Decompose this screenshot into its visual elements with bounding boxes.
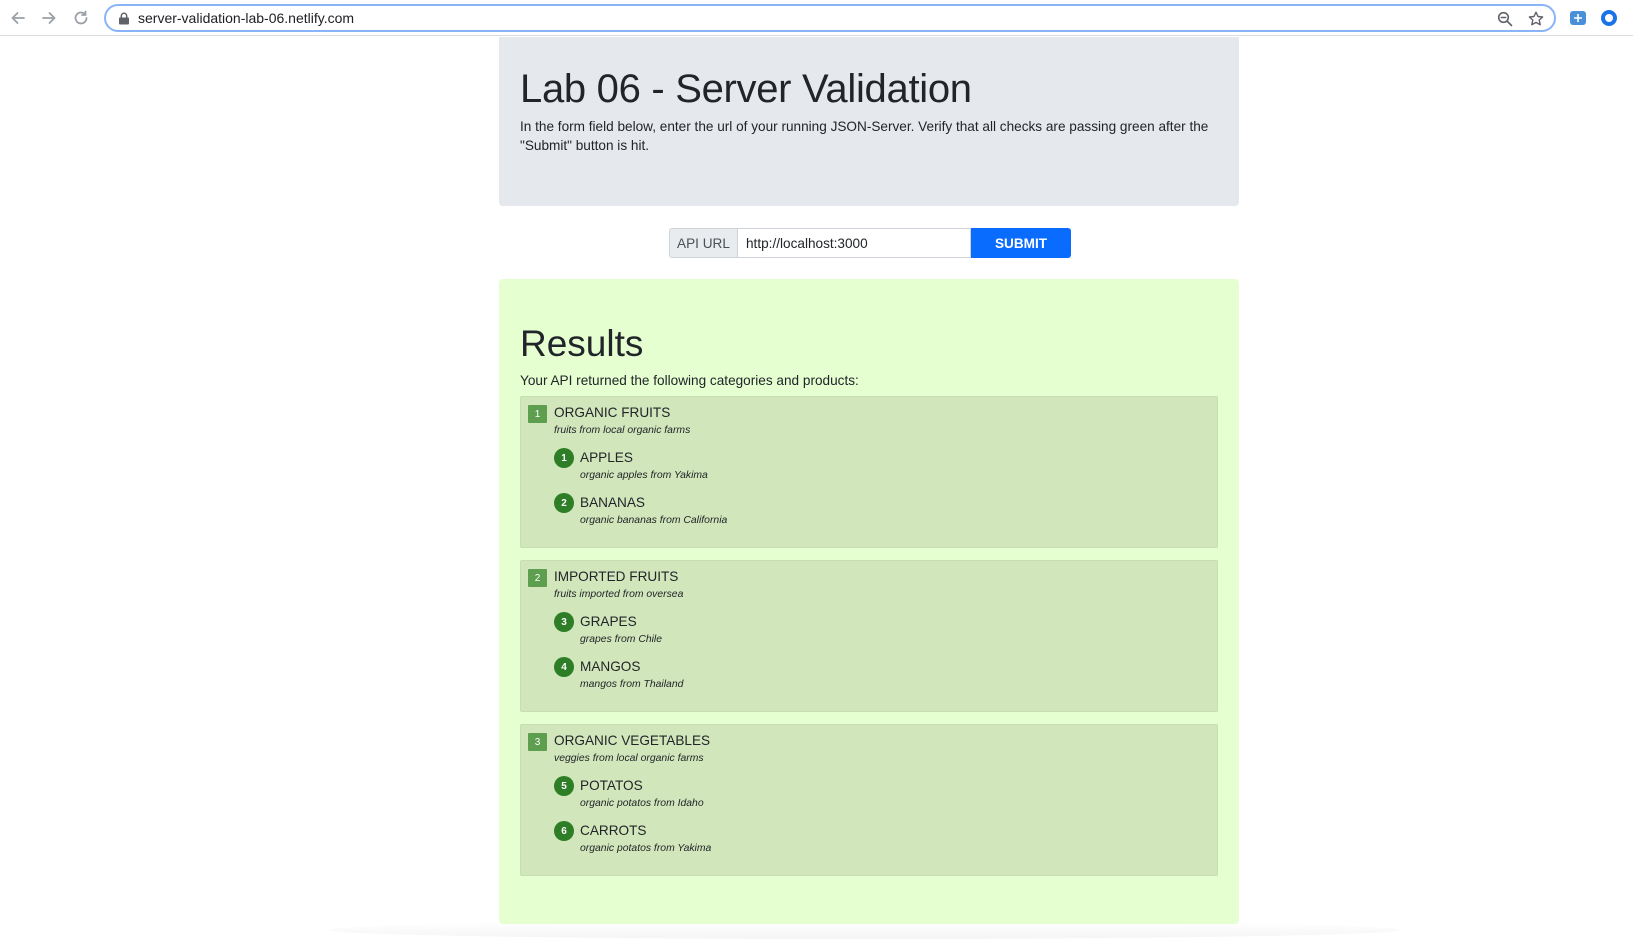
category-card: 3 ORGANIC VEGETABLES veggies from local … xyxy=(520,724,1218,876)
browser-toolbar: server-validation-lab-06.netlify.com xyxy=(0,0,1633,36)
page-content: Lab 06 - Server Validation In the form f… xyxy=(0,37,1633,939)
results-panel: Results Your API returned the following … xyxy=(499,279,1239,924)
api-url-label: API URL xyxy=(669,228,737,258)
page-description: In the form field below, enter the url o… xyxy=(520,119,1209,153)
product-name: MANGOS xyxy=(580,659,641,674)
category-description: fruits from local organic farms xyxy=(554,425,691,436)
url-text: server-validation-lab-06.netlify.com xyxy=(138,10,355,26)
page-bottom-shadow xyxy=(330,921,1400,939)
product-number-badge: 4 xyxy=(554,657,574,677)
product-name: BANANAS xyxy=(580,495,645,510)
category-card: 1 ORGANIC FRUITS fruits from local organ… xyxy=(520,396,1218,548)
product-description: organic apples from Yakima xyxy=(580,470,708,481)
api-url-form: API URL SUBMIT xyxy=(669,228,1071,258)
address-bar[interactable]: server-validation-lab-06.netlify.com xyxy=(104,4,1556,32)
product-number-badge: 1 xyxy=(554,448,574,468)
product-item: 4 MANGOS mangos from Thailand xyxy=(554,657,954,697)
reload-button[interactable] xyxy=(69,6,93,30)
reload-icon xyxy=(74,10,88,25)
header-jumbotron: Lab 06 - Server Validation In the form f… xyxy=(499,37,1239,206)
product-number-badge: 3 xyxy=(554,612,574,632)
arrow-left-icon xyxy=(11,12,25,24)
product-item: 1 APPLES organic apples from Yakima xyxy=(554,448,954,488)
product-description: organic potatos from Idaho xyxy=(580,798,704,809)
back-button[interactable] xyxy=(6,6,30,30)
category-name: ORGANIC FRUITS xyxy=(554,405,671,420)
submit-button[interactable]: SUBMIT xyxy=(971,228,1071,258)
category-name: ORGANIC VEGETABLES xyxy=(554,733,711,748)
profile-extension-icon[interactable] xyxy=(1599,8,1619,28)
category-description: veggies from local organic farms xyxy=(554,753,704,764)
results-description: Your API returned the following categori… xyxy=(520,373,859,388)
product-number-badge: 2 xyxy=(554,493,574,513)
star-icon[interactable] xyxy=(1527,10,1545,28)
product-name: POTATOS xyxy=(580,778,643,793)
api-url-input[interactable] xyxy=(737,228,971,258)
extension-icon[interactable] xyxy=(1568,8,1588,28)
product-item: 6 CARROTS organic potatos from Yakima xyxy=(554,821,954,861)
product-item: 5 POTATOS organic potatos from Idaho xyxy=(554,776,954,816)
product-description: grapes from Chile xyxy=(580,634,663,645)
product-name: GRAPES xyxy=(580,614,637,629)
product-name: CARROTS xyxy=(580,823,647,838)
category-number-badge: 1 xyxy=(528,405,547,423)
product-item: 2 BANANAS organic bananas from Californi… xyxy=(554,493,954,533)
lock-icon xyxy=(119,12,129,25)
arrow-right-icon xyxy=(42,12,56,24)
category-number-badge: 2 xyxy=(528,569,547,587)
category-number-badge: 3 xyxy=(528,733,547,751)
results-title: Results xyxy=(520,323,644,364)
product-name: APPLES xyxy=(580,450,633,465)
page-title: Lab 06 - Server Validation xyxy=(520,67,972,111)
forward-button[interactable] xyxy=(37,6,61,30)
product-item: 3 GRAPES grapes from Chile xyxy=(554,612,954,652)
category-name: IMPORTED FRUITS xyxy=(554,569,679,584)
product-description: mangos from Thailand xyxy=(580,679,684,690)
product-number-badge: 5 xyxy=(554,776,574,796)
product-description: organic potatos from Yakima xyxy=(580,843,712,854)
category-card: 2 IMPORTED FRUITS fruits imported from o… xyxy=(520,560,1218,712)
category-description: fruits imported from oversea xyxy=(554,589,684,600)
zoom-icon[interactable] xyxy=(1496,10,1514,28)
product-description: organic bananas from California xyxy=(580,515,728,526)
product-number-badge: 6 xyxy=(554,821,574,841)
